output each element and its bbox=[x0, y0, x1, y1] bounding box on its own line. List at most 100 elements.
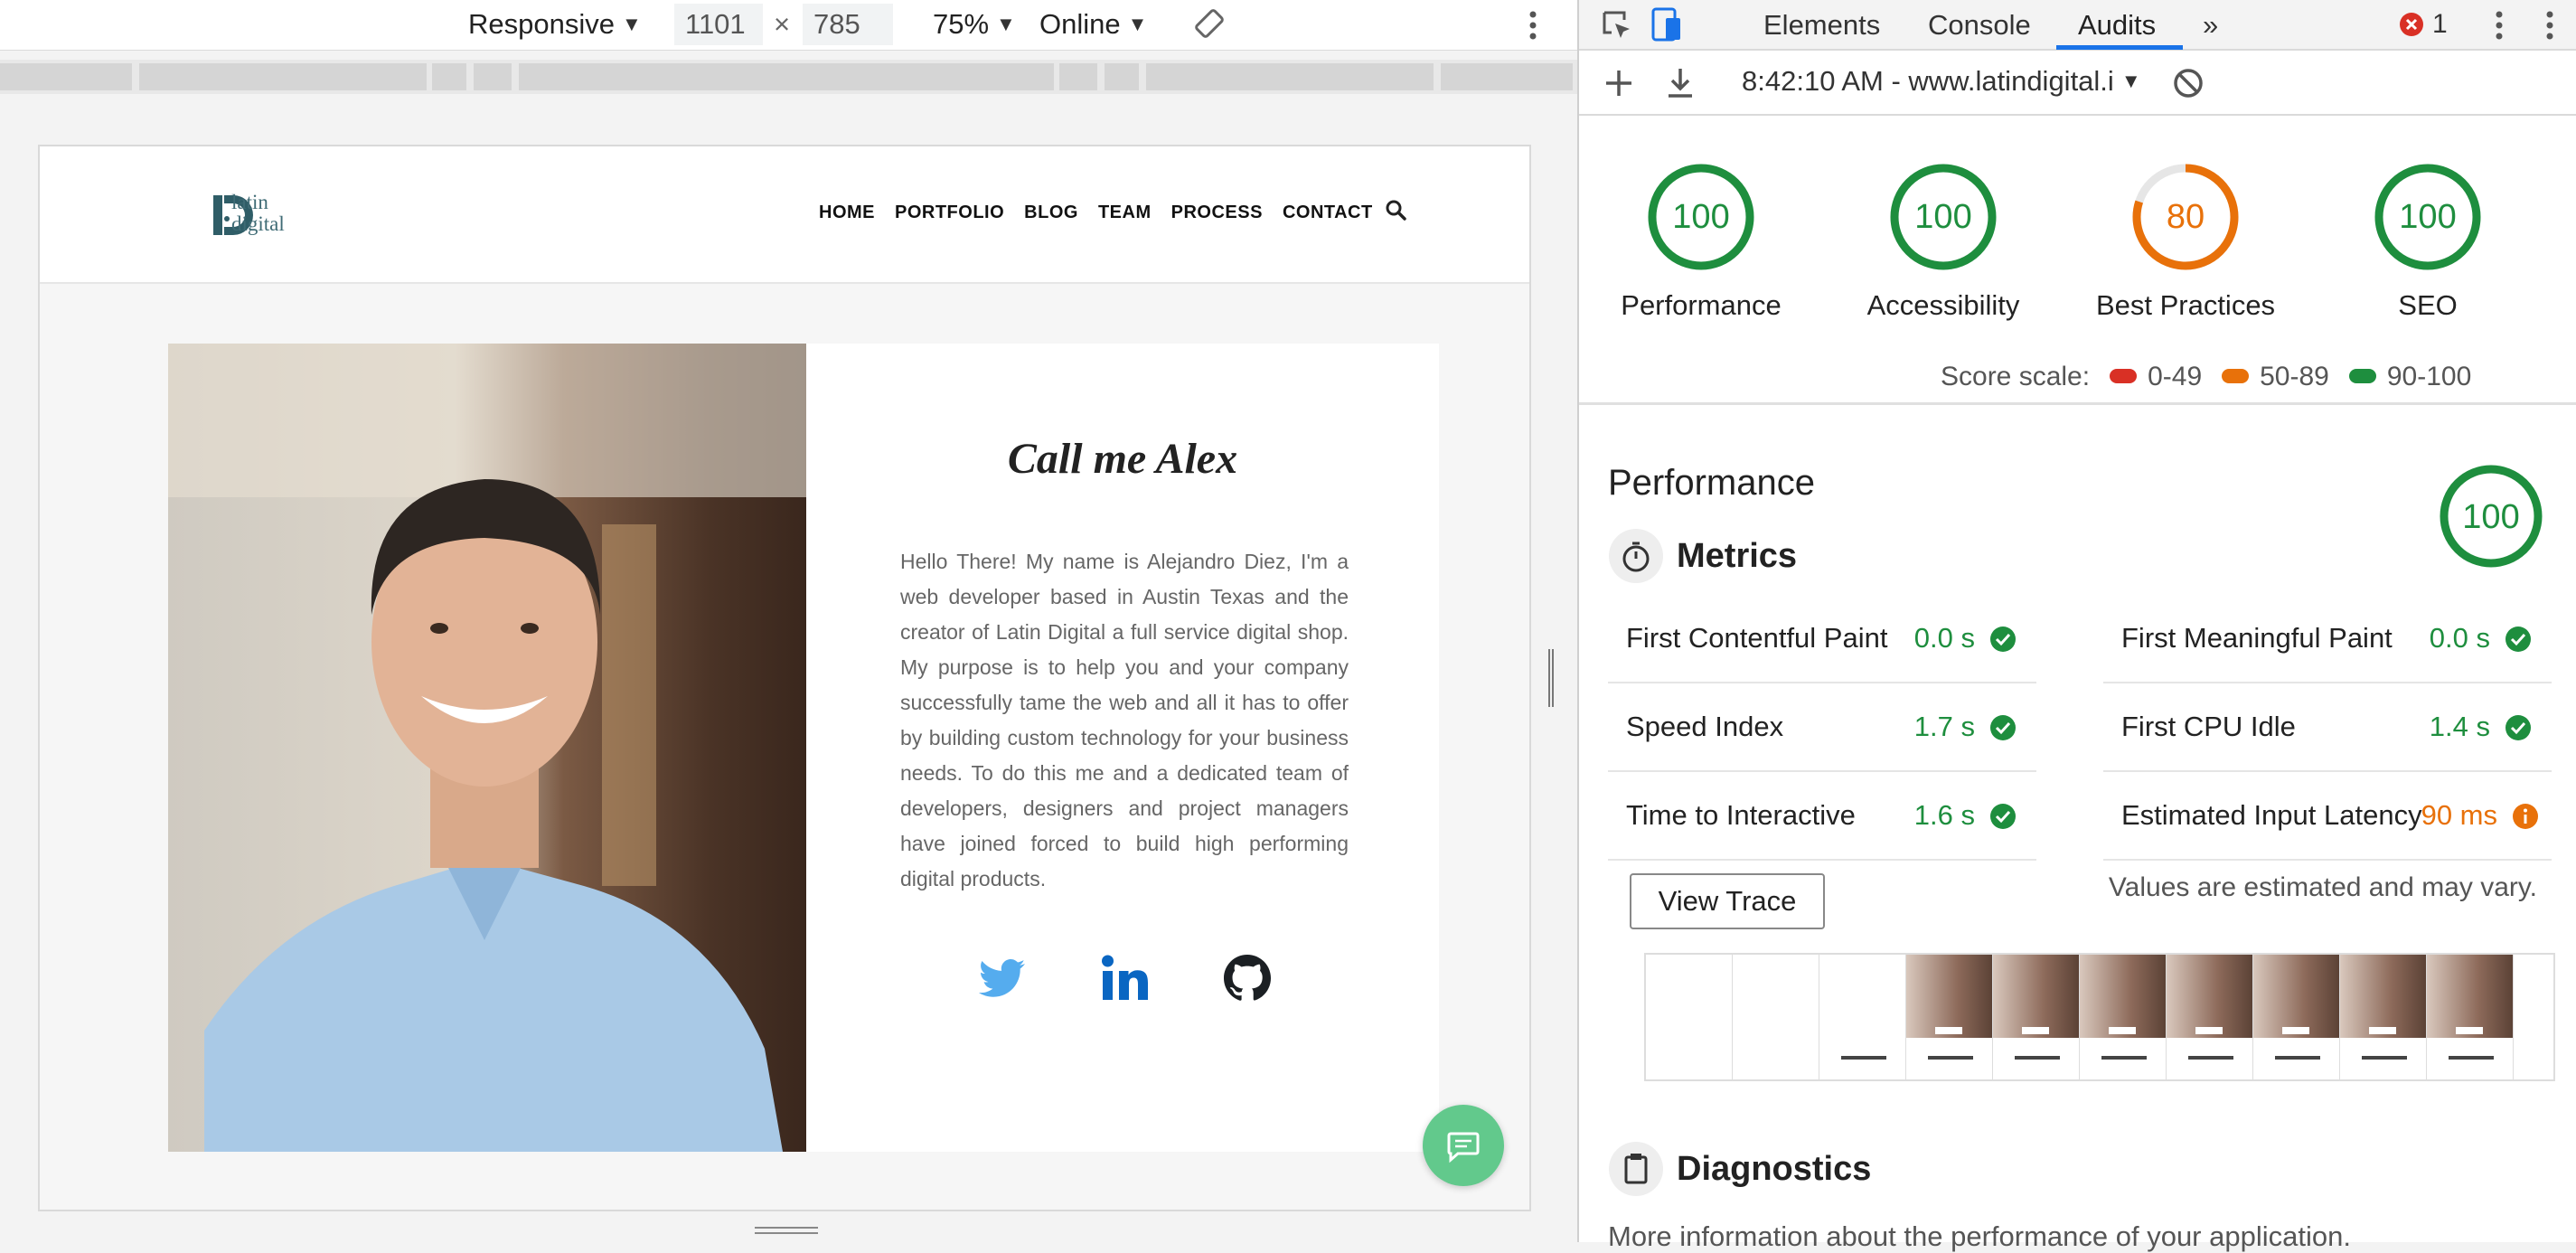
metric-value: 0.0 s bbox=[2429, 622, 2490, 654]
nav-blog[interactable]: BLOG bbox=[1024, 203, 1078, 223]
media-query-segment[interactable] bbox=[1441, 63, 1573, 90]
pass-check-icon bbox=[2505, 715, 2531, 740]
twitter-icon[interactable] bbox=[974, 951, 1029, 1005]
media-query-segment[interactable] bbox=[432, 63, 466, 90]
logo-text-line: latin bbox=[231, 191, 268, 213]
resize-handle-bottom[interactable] bbox=[755, 1226, 818, 1237]
section-title: Performance bbox=[1608, 463, 1815, 503]
gauge-score: 100 bbox=[1672, 198, 1729, 236]
filmstrip-frame bbox=[1733, 955, 1819, 1079]
scale-average: 50-89 bbox=[2222, 362, 2329, 392]
nav-team[interactable]: TEAM bbox=[1098, 203, 1152, 223]
filmstrip-frame-image bbox=[2340, 955, 2426, 1038]
tab-audits[interactable]: Audits bbox=[2078, 9, 2156, 42]
metrics-header: Metrics bbox=[1608, 528, 1797, 584]
nav-portfolio[interactable]: PORTFOLIO bbox=[895, 203, 1004, 223]
devtools-panel: Elements Console Audits » 1 8:42:10 AM -… bbox=[1577, 0, 2576, 1252]
report-url-text: 8:42:10 AM - www.latindigital.i bbox=[1742, 65, 2114, 97]
search-icon[interactable] bbox=[1385, 199, 1408, 222]
filmstrip-frame-caption bbox=[2101, 1056, 2147, 1060]
zoom-select[interactable]: 75% ▼ bbox=[933, 7, 1016, 42]
media-query-segment[interactable] bbox=[1059, 63, 1097, 90]
dimension-times: × bbox=[774, 8, 791, 40]
stopwatch-icon bbox=[1609, 529, 1663, 583]
profile-photo bbox=[168, 344, 806, 1152]
add-icon[interactable] bbox=[1603, 67, 1635, 99]
filmstrip-frame bbox=[2253, 955, 2340, 1079]
media-query-bar[interactable] bbox=[0, 60, 1577, 94]
metric-value: 1.4 s bbox=[2429, 711, 2490, 742]
filmstrip-frame bbox=[2080, 955, 2167, 1079]
media-query-segment[interactable] bbox=[0, 63, 132, 90]
about-bio: Hello There! My name is Alejandro Diez, … bbox=[900, 550, 1349, 890]
gauge-label: Accessibility bbox=[1866, 289, 2020, 321]
filmstrip-frame-caption bbox=[1841, 1056, 1886, 1060]
tab-elements[interactable]: Elements bbox=[1763, 9, 1880, 42]
filmstrip-frame-caption bbox=[2015, 1056, 2060, 1060]
score-scale-label: Score scale: bbox=[1941, 362, 2091, 391]
nav-contact[interactable]: CONTACT bbox=[1283, 203, 1373, 223]
media-query-segment[interactable] bbox=[474, 63, 512, 90]
gauge-best-practices[interactable]: 80 Best Practices bbox=[2064, 161, 2308, 322]
network-select-label: Online bbox=[1039, 8, 1121, 40]
clear-icon[interactable] bbox=[2172, 67, 2205, 99]
nav-home[interactable]: HOME bbox=[819, 203, 875, 223]
media-query-segment[interactable] bbox=[519, 63, 1054, 90]
chevron-down-icon: ▼ bbox=[1127, 13, 1148, 35]
media-query-segment[interactable] bbox=[1105, 63, 1139, 90]
more-options-icon[interactable] bbox=[1524, 7, 1542, 43]
resize-handle[interactable] bbox=[1547, 649, 1555, 707]
site-nav: HOME PORTFOLIO BLOG TEAM PROCESS CONTACT bbox=[819, 203, 1373, 223]
report-select[interactable]: 8:42:10 AM - www.latindigital.i ▼ bbox=[1742, 65, 2141, 98]
metric-row: First Meaningful Paint 0.0 s bbox=[2103, 597, 2552, 683]
inspect-element-icon[interactable] bbox=[1599, 7, 1635, 43]
filmstrip-frame-button bbox=[2282, 1027, 2309, 1034]
github-icon[interactable] bbox=[1220, 951, 1274, 1005]
filmstrip-frame-image bbox=[2253, 955, 2339, 1038]
nav-process[interactable]: PROCESS bbox=[1171, 203, 1263, 223]
device-toggle-icon[interactable] bbox=[1650, 5, 1686, 43]
linkedin-icon[interactable] bbox=[1097, 951, 1152, 1005]
filmstrip-frame-button bbox=[2456, 1027, 2483, 1034]
filmstrip-frame-button bbox=[2109, 1027, 2136, 1034]
metric-value: 0.0 s bbox=[1913, 622, 1975, 654]
gauge-ring: 100 bbox=[1648, 164, 1754, 270]
filmstrip-frame-image bbox=[1993, 955, 2079, 1038]
rotate-icon[interactable] bbox=[1191, 5, 1227, 42]
devtools-tab-bar: Elements Console Audits » 1 bbox=[1579, 0, 2576, 51]
devtools-menu-icon[interactable] bbox=[2541, 7, 2559, 43]
view-trace-button[interactable]: View Trace bbox=[1630, 873, 1825, 929]
about-title: Call me Alex bbox=[1007, 435, 1238, 483]
media-query-segment[interactable] bbox=[1146, 63, 1434, 90]
gauge-score: 100 bbox=[2399, 198, 2456, 236]
more-tabs-button[interactable]: » bbox=[2203, 9, 2218, 42]
scale-fail: 0-49 bbox=[2110, 362, 2202, 392]
info-icon bbox=[2513, 804, 2538, 829]
filmstrip-frame-caption bbox=[1928, 1056, 1973, 1060]
network-select[interactable]: Online ▼ bbox=[1039, 7, 1147, 42]
download-icon[interactable] bbox=[1664, 65, 1697, 101]
more-options-icon[interactable] bbox=[2490, 7, 2508, 43]
audits-toolbar: 8:42:10 AM - www.latindigital.i ▼ bbox=[1579, 52, 2576, 116]
gauge-ring: 100 bbox=[1890, 164, 1997, 270]
gauge-seo[interactable]: 100 SEO bbox=[2306, 161, 2550, 322]
media-query-segment[interactable] bbox=[139, 63, 427, 90]
metric-row: First CPU Idle 1.4 s bbox=[2103, 685, 2552, 772]
gauge-score: 100 bbox=[1914, 198, 1971, 236]
filmstrip-frame-image bbox=[1906, 955, 1992, 1038]
metrics-title: Metrics bbox=[1677, 536, 1798, 575]
tab-console[interactable]: Console bbox=[1928, 9, 2031, 42]
chat-button[interactable] bbox=[1423, 1105, 1504, 1186]
average-pill-icon bbox=[2222, 369, 2250, 383]
gauge-accessibility[interactable]: 100 Accessibility bbox=[1821, 161, 2065, 322]
gauge-score: 100 bbox=[2462, 498, 2519, 536]
metric-value: 1.6 s bbox=[1913, 799, 1975, 831]
gauge-performance[interactable]: 100 Performance bbox=[1579, 161, 1823, 322]
filmstrip-frame-caption bbox=[2275, 1056, 2320, 1060]
scale-range: 0-49 bbox=[2148, 362, 2203, 391]
height-input[interactable]: 785 bbox=[803, 4, 893, 45]
device-select[interactable]: Responsive ▼ bbox=[468, 7, 642, 42]
filmstrip-frame-image bbox=[2080, 955, 2166, 1038]
width-input[interactable]: 1101 bbox=[674, 4, 763, 45]
zoom-select-label: 75% bbox=[933, 8, 990, 40]
